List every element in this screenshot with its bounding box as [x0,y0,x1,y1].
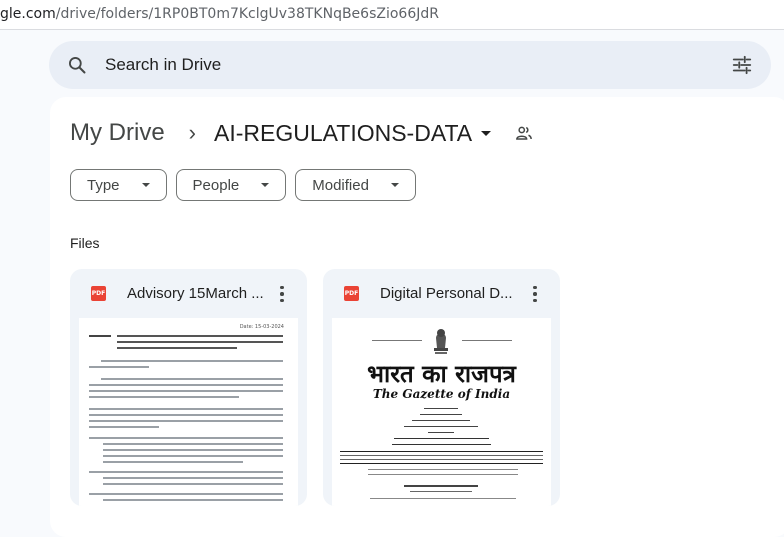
search-bar[interactable] [49,41,771,89]
more-options-icon[interactable] [270,283,294,305]
file-card-advisory[interactable]: PDF Advisory 15March ... Date: 15-03-202… [70,269,307,506]
pdf-icon: PDF [344,286,359,301]
url-path: /drive/folders/1RP0BT0m7KclgUv38TKNqBe6s… [55,6,439,22]
breadcrumb: My Drive › AI-REGULATIONS-DATA [70,117,533,149]
chip-label: Modified [312,176,369,194]
search-input[interactable] [105,51,705,79]
filter-people-chip[interactable]: People [175,169,287,201]
file-card-digital-personal[interactable]: PDF Digital Personal D... भारत का राजपत्… [323,269,560,506]
shared-people-icon[interactable] [515,124,533,142]
chevron-down-icon [481,130,492,136]
chevron-down-icon [261,183,270,187]
chip-label: Type [87,176,120,194]
file-thumbnail: Date: 15-03-2024 [79,318,298,506]
file-thumbnail: भारत का राजपत्र The Gazette of India [332,318,551,506]
file-name: Advisory 15March ... [127,285,264,302]
breadcrumb-separator: › [188,120,196,145]
more-options-icon[interactable] [523,283,547,305]
gazette-english-title: The Gazette of India [372,387,511,401]
filter-modified-chip[interactable]: Modified [295,169,416,201]
main-panel: My Drive › AI-REGULATIONS-DATA Type Peop… [50,97,784,537]
filter-chips: Type People Modified [70,169,416,201]
chip-label: People [192,176,240,194]
thumbnail-date: Date: 15-03-2024 [239,324,284,330]
chevron-down-icon [390,183,399,187]
filter-type-chip[interactable]: Type [70,169,167,201]
url-host: gle.com [0,6,56,22]
breadcrumb-my-drive[interactable]: My Drive [70,119,165,147]
chevron-down-icon [141,183,150,187]
gazette-hindi-title: भारत का राजपत्र [367,359,516,388]
files-section-heading: Files [70,235,100,251]
url-text[interactable]: gle.com/drive/folders/1RP0BT0m7KclgUv38T… [0,6,439,22]
tune-icon[interactable] [731,54,753,76]
search-icon[interactable] [67,55,87,75]
breadcrumb-current-folder[interactable]: AI-REGULATIONS-DATA [214,119,492,147]
pdf-icon: PDF [91,286,106,301]
folder-name: AI-REGULATIONS-DATA [214,119,473,146]
address-bar[interactable]: gle.com/drive/folders/1RP0BT0m7KclgUv38T… [0,0,784,30]
file-name: Digital Personal D... [380,285,513,302]
national-emblem-icon [434,329,448,354]
